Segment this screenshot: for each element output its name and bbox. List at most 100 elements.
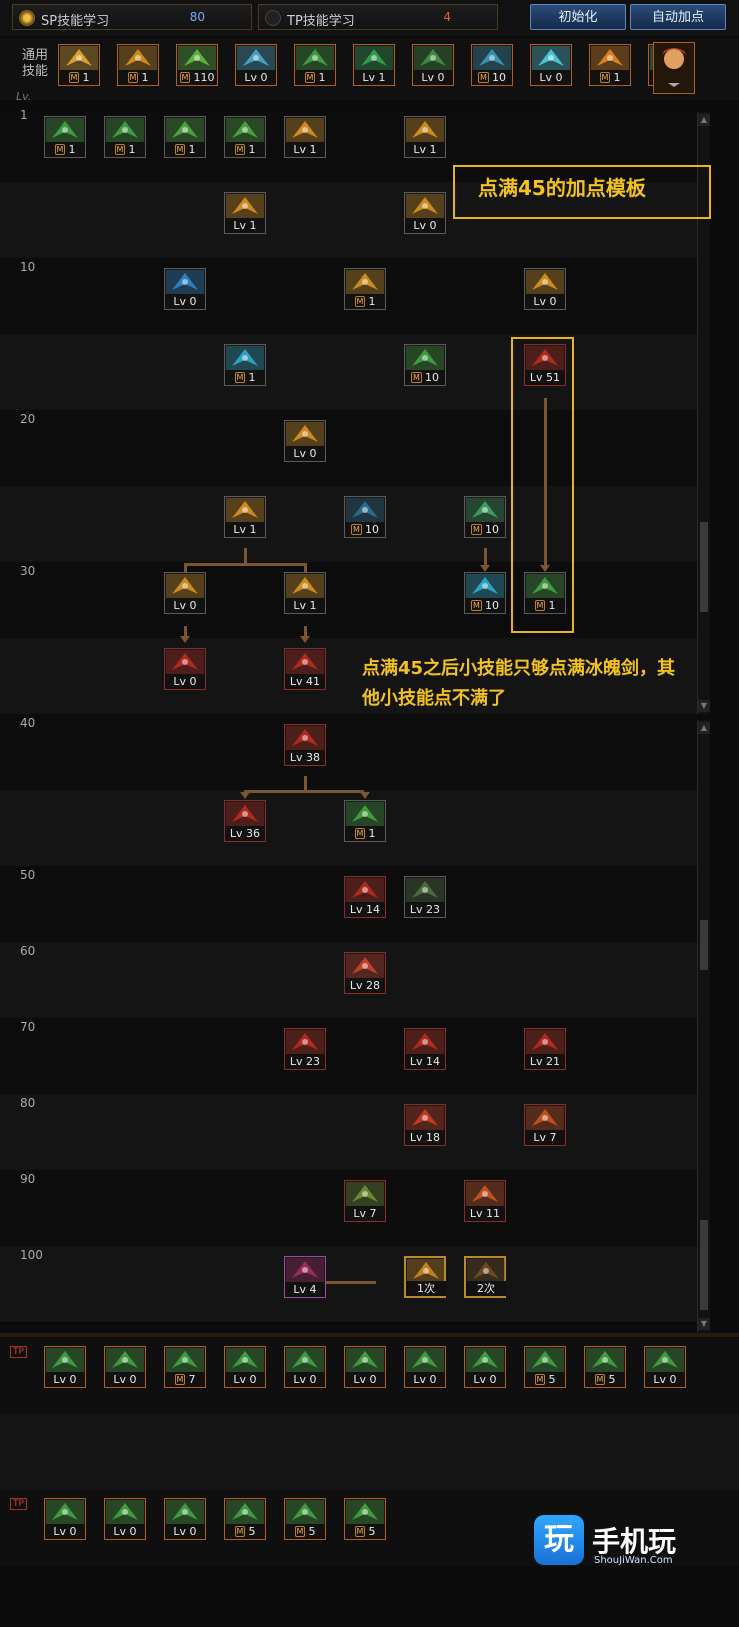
skill-slot[interactable]: Lv 7 — [524, 1104, 566, 1146]
skill-slot[interactable]: Lv 0 — [644, 1346, 686, 1388]
character-portrait-button[interactable] — [653, 42, 695, 94]
skill-slot[interactable]: M1 — [58, 44, 100, 86]
cross-blade-icon — [286, 574, 324, 598]
skill-slot[interactable]: Lv 23 — [404, 876, 446, 918]
skill-slot[interactable]: M1 — [164, 116, 206, 158]
skill-slot[interactable]: Lv 7 — [344, 1180, 386, 1222]
skill-level-text: Lv 28 — [349, 979, 381, 992]
swirl-icon — [526, 270, 564, 294]
skill-slot[interactable]: Lv 14 — [344, 876, 386, 918]
skill-slot[interactable]: M5 — [224, 1498, 266, 1540]
skill-tree-row: 80 — [0, 1094, 697, 1170]
skill-slot[interactable]: Lv 0 — [284, 420, 326, 462]
skill-slot[interactable]: M1 — [589, 44, 631, 86]
skill-slot[interactable]: Lv 0 — [164, 1498, 206, 1540]
skill-slot[interactable]: Lv 0 — [104, 1346, 146, 1388]
skill-slot[interactable]: Lv 0 — [104, 1498, 146, 1540]
skill-slot[interactable]: Lv 11 — [464, 1180, 506, 1222]
skill-slot[interactable]: M 110 — [176, 44, 218, 86]
skill-level-text: 7 — [188, 1373, 196, 1386]
skill-slot[interactable]: Lv 0 — [164, 648, 206, 690]
skill-slot[interactable]: M 10 — [404, 344, 446, 386]
fire-sword-icon — [406, 1106, 444, 1130]
scroll-up-icon[interactable]: ▲ — [698, 114, 710, 126]
scroll-down-icon[interactable]: ▼ — [698, 1318, 710, 1330]
skill-slot[interactable]: Lv 1 — [353, 44, 395, 86]
skill-level-text: 5 — [608, 1373, 616, 1386]
skill-slot[interactable]: M5 — [524, 1346, 566, 1388]
skill-slot[interactable]: Lv 0 — [44, 1498, 86, 1540]
skill-slot[interactable]: M5 — [584, 1346, 626, 1388]
common-skills-label: 通用技能 — [21, 48, 48, 79]
mastered-badge-icon: M — [354, 296, 366, 307]
scrollbar-lower[interactable]: ▲ ▼ — [697, 720, 710, 1332]
counter-icon — [226, 194, 264, 218]
skill-slot[interactable]: Lv 21 — [524, 1028, 566, 1070]
init-button[interactable]: 初始化 — [530, 4, 626, 30]
skill-slot[interactable]: Lv 0 — [164, 268, 206, 310]
skill-slot[interactable]: Lv 0 — [404, 1346, 446, 1388]
mastered-badge-icon: M — [174, 1374, 186, 1385]
skill-slot[interactable]: M 10 — [464, 496, 506, 538]
scrollbar-thumb[interactable] — [700, 522, 708, 612]
tp-skill-tab[interactable]: TP技能学习 4 — [258, 4, 498, 30]
row-level-label: 10 — [20, 260, 36, 274]
skill-slot[interactable]: Lv 0 — [464, 1346, 506, 1388]
skill-slot[interactable]: Lv 0 — [44, 1346, 86, 1388]
skill-slot[interactable]: Lv 14 — [404, 1028, 446, 1070]
auto-allocate-button[interactable]: 自动加点 — [630, 4, 726, 30]
skill-slot[interactable]: Lv 0 — [524, 268, 566, 310]
skill-slot[interactable]: M1 — [294, 44, 336, 86]
skill-slot[interactable]: M1 — [344, 800, 386, 842]
skill-tree-row: 40 — [0, 714, 697, 790]
skill-slot[interactable]: M 10 — [471, 44, 513, 86]
row-level-label: 90 — [20, 1172, 36, 1186]
skill-slot[interactable]: Lv 1 — [404, 116, 446, 158]
scrollbar-thumb[interactable] — [700, 1220, 708, 1310]
skill-slot[interactable]: Lv 0 — [412, 44, 454, 86]
skill-slot[interactable]: 2次 — [464, 1256, 506, 1298]
sp-radio-icon[interactable] — [19, 10, 35, 26]
skill-slot[interactable]: M1 — [44, 116, 86, 158]
skill-slot[interactable]: Lv 0 — [344, 1346, 386, 1388]
tp-radio-icon[interactable] — [265, 10, 281, 26]
skill-level: Lv 0 — [285, 446, 325, 461]
skill-slot[interactable]: Lv 18 — [404, 1104, 446, 1146]
skill-slot[interactable]: M5 — [284, 1498, 326, 1540]
sp-skill-tab[interactable]: SP技能学习 80 — [12, 4, 252, 30]
skill-slot[interactable]: Lv 1 — [224, 496, 266, 538]
skill-slot[interactable]: M 10 — [344, 496, 386, 538]
skill-slot[interactable]: Lv 4 — [284, 1256, 326, 1298]
skill-slot[interactable]: Lv 28 — [344, 952, 386, 994]
scroll-down-icon[interactable]: ▼ — [698, 700, 710, 712]
skill-slot[interactable]: Lv 0 — [224, 1346, 266, 1388]
slash-icon — [46, 118, 84, 142]
skill-slot[interactable]: M1 — [224, 116, 266, 158]
skill-slot[interactable]: Lv 23 — [284, 1028, 326, 1070]
scroll-up-icon[interactable]: ▲ — [698, 722, 710, 734]
skill-slot[interactable]: 1次 — [404, 1256, 446, 1298]
skill-slot[interactable]: Lv 38 — [284, 724, 326, 766]
skill-slot[interactable]: M5 — [344, 1498, 386, 1540]
skill-slot[interactable]: M1 — [104, 116, 146, 158]
skill-slot[interactable]: M 10 — [464, 572, 506, 614]
skill-slot[interactable]: Lv 0 — [530, 44, 572, 86]
skill-slot[interactable]: Lv 0 — [284, 1346, 326, 1388]
skill-level-text: Lv 0 — [244, 71, 268, 84]
skill-slot[interactable]: Lv 0 — [404, 192, 446, 234]
row-level-label: 100 — [20, 1248, 43, 1262]
skill-slot[interactable]: M1 — [344, 268, 386, 310]
skill-slot[interactable]: M7 — [164, 1346, 206, 1388]
scrollbar-thumb[interactable] — [700, 920, 708, 970]
skill-slot[interactable]: Lv 1 — [284, 116, 326, 158]
skill-slot[interactable]: Lv 0 — [235, 44, 277, 86]
skill-slot[interactable]: Lv 1 — [284, 572, 326, 614]
skill-slot[interactable]: M1 — [224, 344, 266, 386]
skill-slot[interactable]: Lv 1 — [224, 192, 266, 234]
skill-slot[interactable]: Lv 36 — [224, 800, 266, 842]
skill-slot[interactable]: M1 — [117, 44, 159, 86]
row-level-label: 80 — [20, 1096, 36, 1110]
skill-slot[interactable]: Lv 0 — [164, 572, 206, 614]
skill-level-text: 1 — [248, 371, 256, 384]
skill-slot[interactable]: Lv 41 — [284, 648, 326, 690]
